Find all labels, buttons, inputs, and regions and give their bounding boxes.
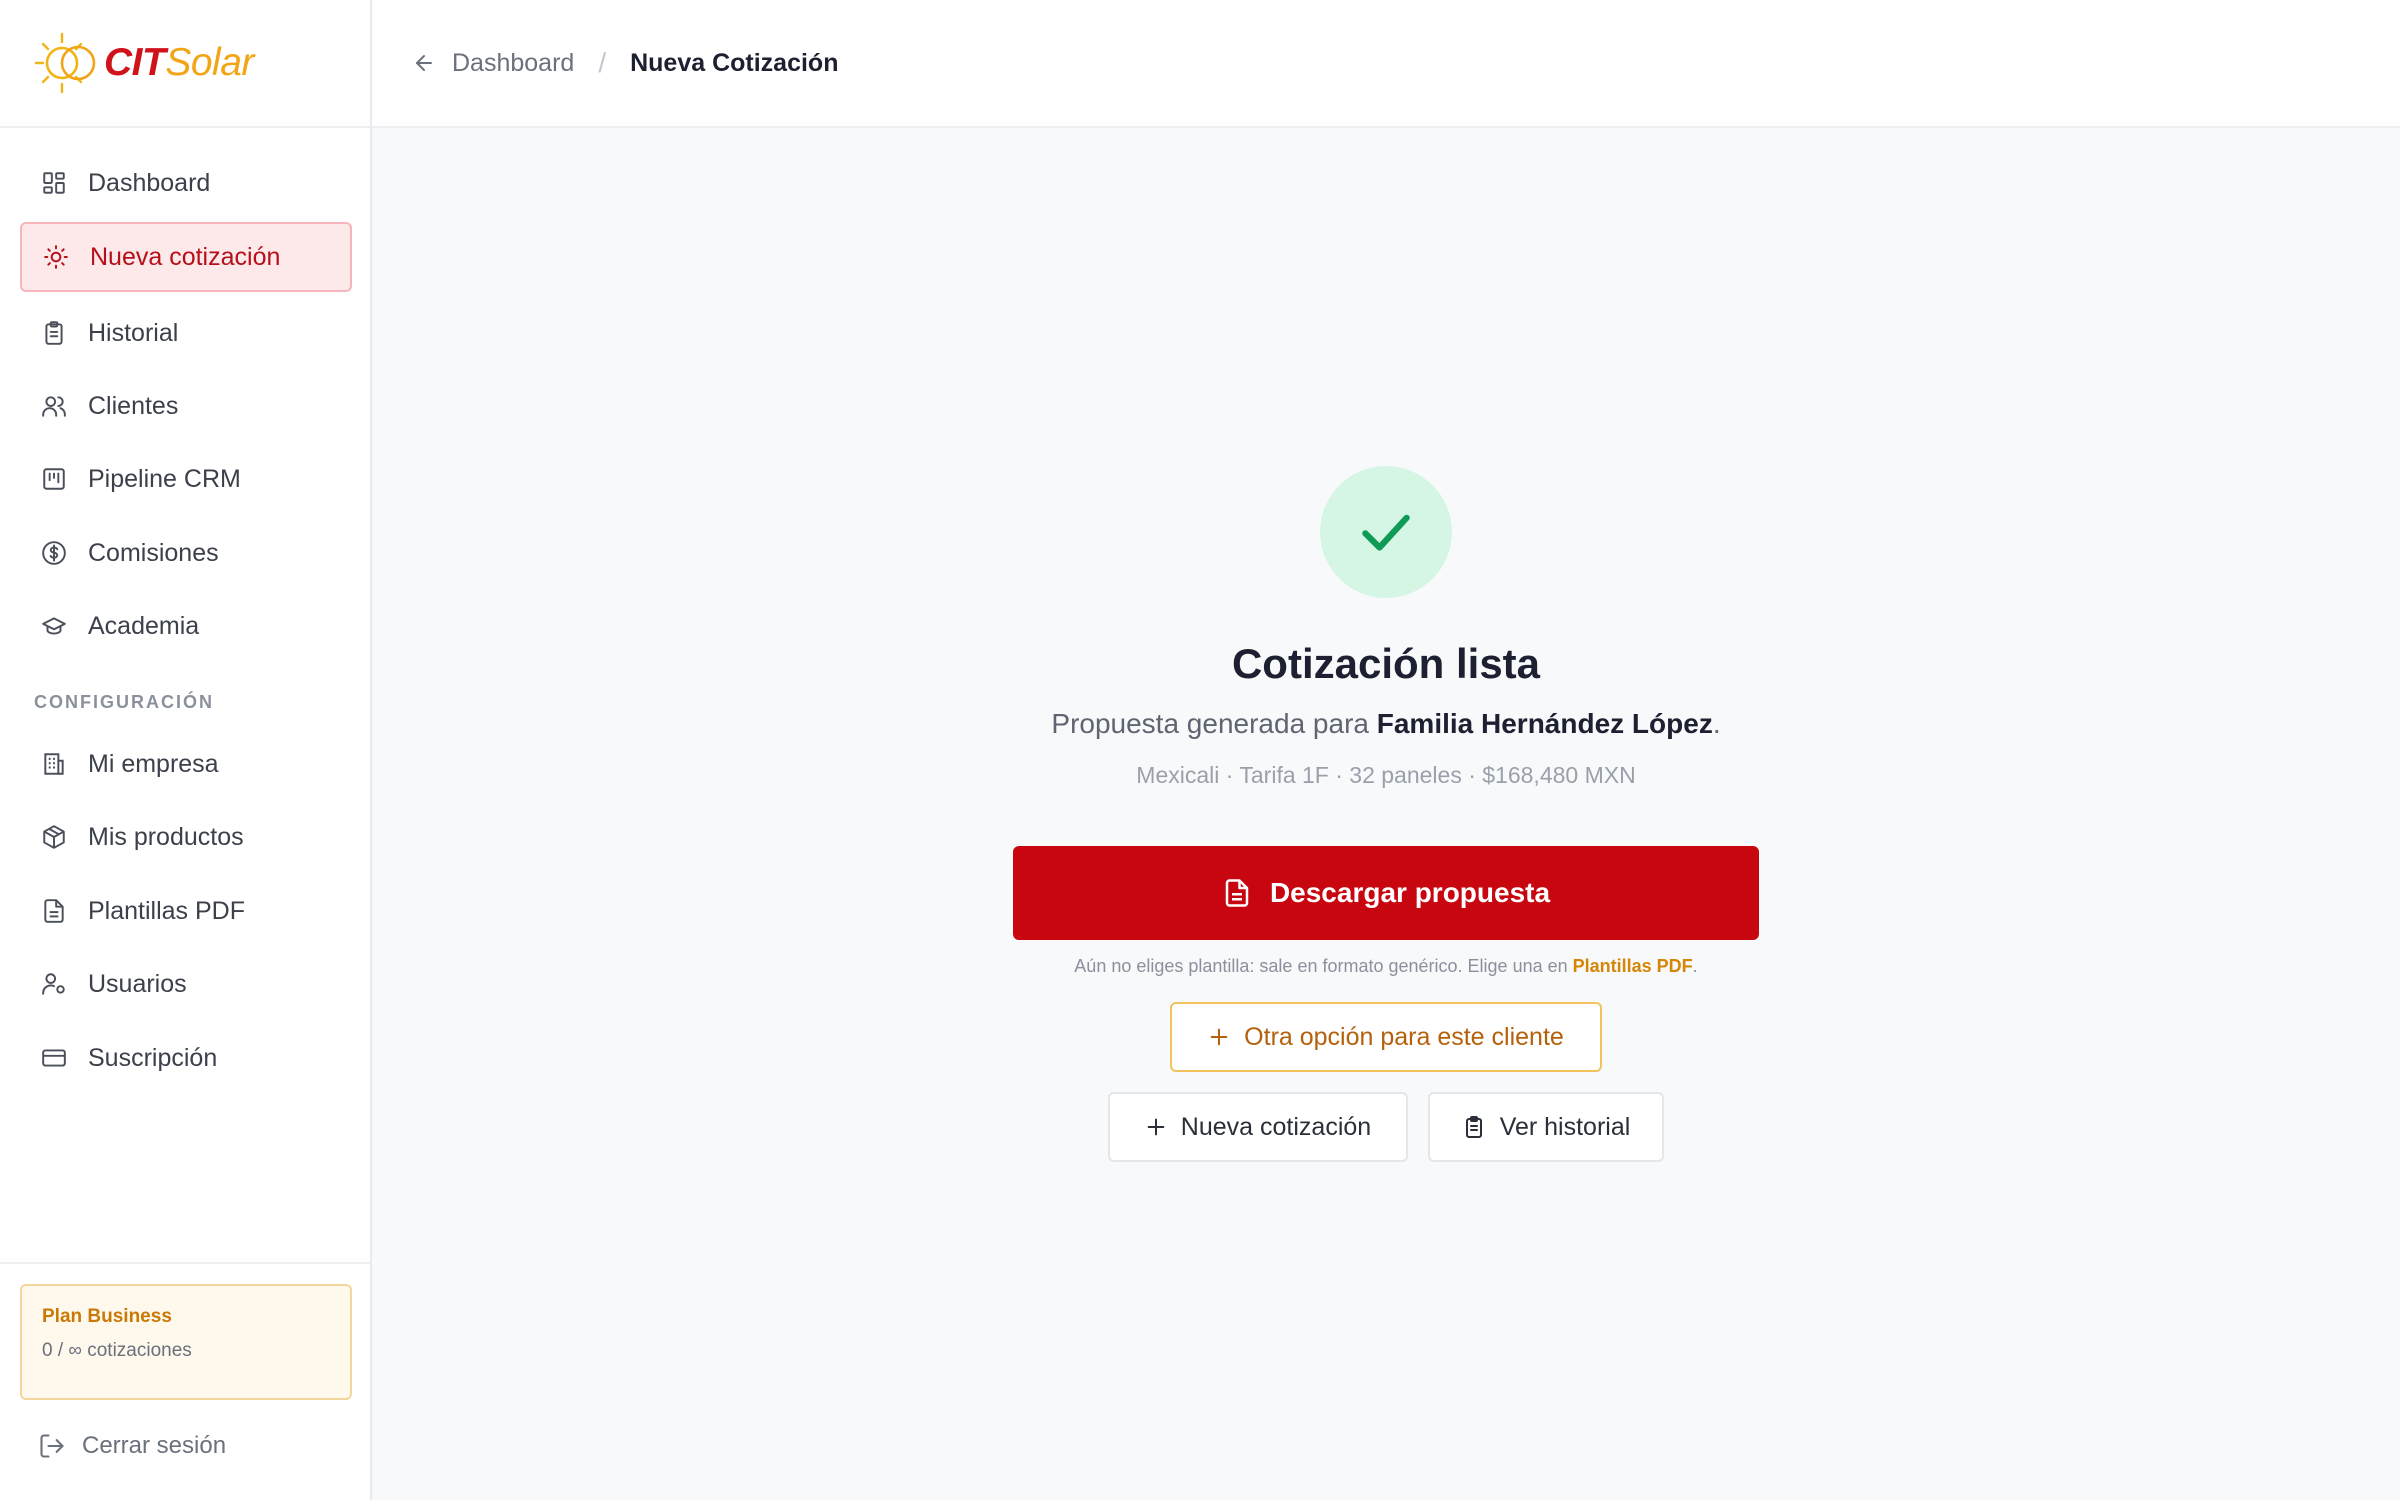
sidebar-item-mis-productos[interactable]: Mis productos <box>20 802 352 872</box>
logo[interactable]: CITSolar <box>0 0 370 128</box>
breadcrumb: Dashboard / Nueva Cotización <box>372 0 2400 128</box>
view-history-button[interactable]: Ver historial <box>1428 1092 1664 1162</box>
building-icon <box>38 748 70 780</box>
template-hint: Aún no eliges plantilla: sale en formato… <box>372 956 2400 977</box>
sidebar-item-label: Historial <box>88 318 179 347</box>
file-text-icon <box>38 895 70 927</box>
brand-name: CITSolar <box>104 41 254 84</box>
breadcrumb-separator: / <box>598 47 607 78</box>
sidebar-item-suscripcion[interactable]: Suscripción <box>20 1023 352 1093</box>
clipboard-icon <box>38 317 70 349</box>
sidebar-item-nueva-cotizacion[interactable]: Nueva cotización <box>20 222 352 292</box>
sidebar-item-label: Pipeline CRM <box>88 464 241 493</box>
logout-button[interactable]: Cerrar sesión <box>38 1432 226 1460</box>
client-name: Familia Hernández López <box>1376 708 1713 739</box>
sidebar-item-pipeline-crm[interactable]: Pipeline CRM <box>20 444 352 514</box>
sidebar-item-plantillas-pdf[interactable]: Plantillas PDF <box>20 876 352 946</box>
sidebar-item-label: Dashboard <box>88 168 211 197</box>
download-proposal-button[interactable]: Descargar propuesta <box>1013 846 1759 940</box>
sidebar-item-label: Suscripción <box>88 1043 218 1072</box>
result-title: Cotización lista <box>1231 640 1541 687</box>
sidebar-item-label: Usuarios <box>88 969 187 998</box>
new-quote-button[interactable]: Nueva cotización <box>1108 1092 1408 1162</box>
sidebar-divider <box>0 1262 370 1264</box>
file-text-icon <box>1222 878 1252 908</box>
result-subtitle: Propuesta generada para Familia Hernánde… <box>372 708 2400 740</box>
kanban-icon <box>38 463 70 495</box>
plus-icon <box>1208 1026 1230 1048</box>
sun-icon <box>40 241 72 273</box>
clipboard-icon <box>1462 1115 1486 1139</box>
logout-label: Cerrar sesión <box>82 1432 227 1459</box>
plan-usage: 0 / ∞ cotizaciones <box>42 1340 192 1361</box>
plan-card: Plan Business 0 / ∞ cotizaciones <box>20 1284 352 1400</box>
other-option-label: Otra opción para este cliente <box>1244 1022 1564 1051</box>
breadcrumb-back-label: Dashboard <box>452 48 575 77</box>
sidebar-item-usuarios[interactable]: Usuarios <box>20 949 352 1019</box>
grid-icon <box>38 167 70 199</box>
package-icon <box>38 821 70 853</box>
new-quote-label: Nueva cotización <box>1180 1112 1372 1141</box>
section-label-configuracion: CONFIGURACIÓN <box>34 692 214 712</box>
sun-logo-icon <box>32 30 102 96</box>
plus-icon <box>1145 1116 1167 1138</box>
graduation-cap-icon <box>38 610 70 642</box>
users-icon <box>38 390 70 422</box>
sidebar: CITSolar Dashboard Nueva cotización Hist… <box>0 0 372 1500</box>
breadcrumb-back-link[interactable]: Dashboard <box>412 49 574 78</box>
sidebar-item-label: Mis productos <box>88 822 244 851</box>
sidebar-item-label: Clientes <box>88 391 179 420</box>
arrow-left-icon <box>412 51 436 75</box>
sidebar-item-label: Nueva cotización <box>90 242 281 271</box>
plan-title: Plan Business <box>42 1306 172 1327</box>
logout-icon <box>38 1432 66 1460</box>
success-badge <box>1320 466 1452 598</box>
download-proposal-label: Descargar propuesta <box>1269 877 1551 908</box>
sidebar-item-dashboard[interactable]: Dashboard <box>20 148 352 218</box>
subtitle-suffix: . <box>1712 708 1721 739</box>
sidebar-item-historial[interactable]: Historial <box>20 298 352 368</box>
sidebar-item-clientes[interactable]: Clientes <box>20 371 352 441</box>
plantillas-pdf-link[interactable]: Plantillas PDF <box>1573 956 1693 976</box>
hint-text: Aún no eliges plantilla: sale en formato… <box>1074 956 1573 976</box>
subtitle-prefix: Propuesta generada para <box>1051 708 1377 739</box>
dollar-circle-icon <box>38 537 70 569</box>
other-option-button[interactable]: Otra opción para este cliente <box>1170 1002 1602 1072</box>
credit-card-icon <box>38 1042 70 1074</box>
view-history-label: Ver historial <box>1499 1112 1631 1141</box>
breadcrumb-current: Nueva Cotización <box>630 48 839 77</box>
quote-summary: Mexicali · Tarifa 1F · 32 paneles · $168… <box>1136 762 1636 788</box>
sidebar-item-academia[interactable]: Academia <box>20 591 352 661</box>
sidebar-item-label: Academia <box>88 611 200 640</box>
check-icon <box>1362 514 1410 551</box>
sidebar-item-mi-empresa[interactable]: Mi empresa <box>20 729 352 799</box>
sidebar-item-label: Comisiones <box>88 538 219 567</box>
sidebar-item-label: Mi empresa <box>88 749 219 778</box>
hint-end: . <box>1692 956 1698 976</box>
sidebar-item-comisiones[interactable]: Comisiones <box>20 518 352 588</box>
sidebar-item-label: Plantillas PDF <box>88 896 245 925</box>
user-cog-icon <box>38 968 70 1000</box>
